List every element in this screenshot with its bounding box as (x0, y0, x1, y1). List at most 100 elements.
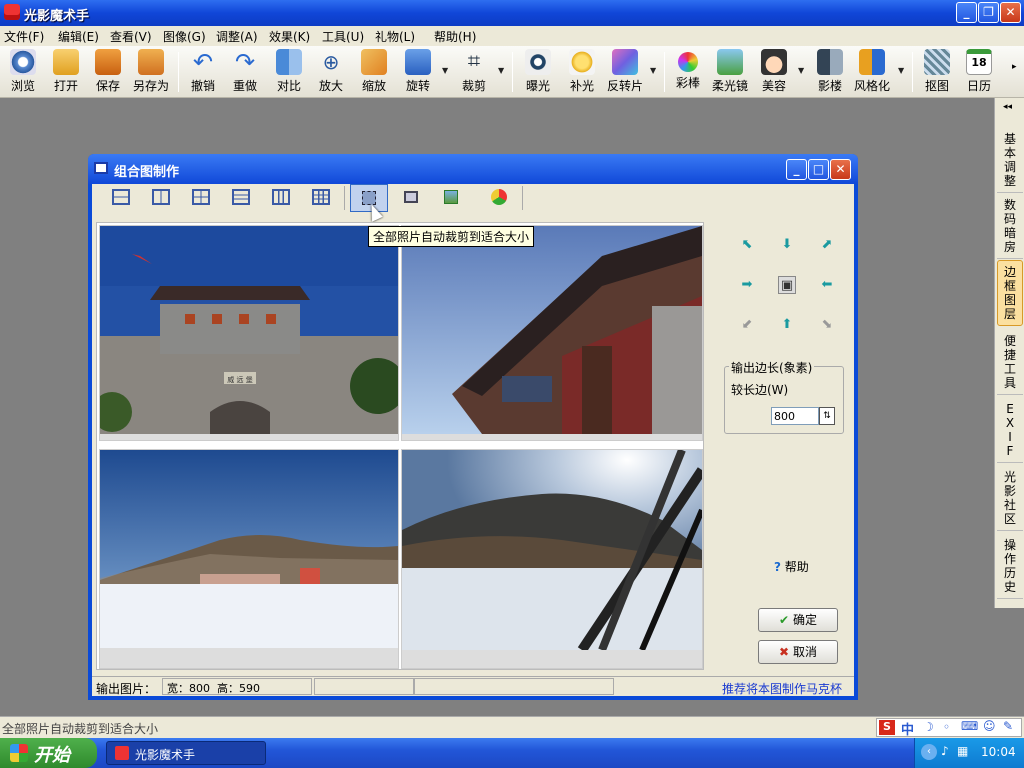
wrench-icon[interactable]: ✎ (1003, 719, 1013, 733)
punct-icon[interactable]: ◦ (943, 720, 950, 734)
longer-edge-input[interactable] (771, 407, 819, 425)
tray-expand-icon[interactable]: ‹ (921, 744, 937, 760)
align-bottom-right-button[interactable]: ⬊ (818, 316, 836, 334)
tab-frame-layer[interactable]: 边框图层 (997, 260, 1023, 326)
tab-basic-adjust[interactable]: 基本调整 (997, 128, 1023, 193)
reversal-film-button[interactable]: 反转片 (604, 48, 646, 96)
compare-button[interactable]: 对比 (272, 48, 306, 96)
film-dropdown-icon[interactable]: ▼ (650, 66, 656, 75)
resize-button[interactable]: 缩放 (356, 48, 392, 96)
zoom-in-button[interactable]: ⊕ 放大 (314, 48, 348, 96)
menu-view[interactable]: 查看(V) (110, 28, 152, 45)
help-link[interactable]: ? 帮助 (774, 558, 809, 575)
network-icon[interactable]: ▦ (957, 744, 968, 758)
align-bottom-button[interactable]: ⬆ (778, 316, 796, 334)
save-button[interactable]: 保存 (90, 48, 126, 96)
taskbar: 开始 光影魔术手 ‹ ♪ ▦ 10:04 (0, 738, 1024, 768)
collapse-icon[interactable]: ◂◂ (1003, 102, 1012, 112)
volume-icon[interactable]: ♪ (941, 744, 949, 758)
start-button[interactable]: 开始 (0, 738, 97, 768)
minimize-button[interactable]: _ (956, 2, 977, 23)
status-cell (314, 678, 414, 695)
close-button[interactable]: ✕ (1000, 2, 1021, 23)
rotate-button[interactable]: 旋转 (400, 48, 436, 96)
ime-logo-icon[interactable]: S (879, 720, 895, 735)
output-size-text: 宽：800 高：590 (162, 678, 312, 695)
status-bar: 全部照片自动裁剪到适合大小 S 中 ☽ ◦ ⌨ ☺ ✎ (0, 716, 1024, 738)
ok-button[interactable]: ✔ 确定 (758, 608, 838, 632)
beauty-button[interactable]: 美容 (758, 48, 790, 96)
tab-digital-darkroom[interactable]: 数码暗房 (997, 194, 1023, 259)
rotate-dropdown-icon[interactable]: ▼ (442, 66, 448, 75)
center-image-button[interactable]: ▣ (778, 276, 796, 294)
ime-mode[interactable]: 中 (901, 719, 914, 738)
fit-icon (404, 191, 418, 203)
crop-dropdown-icon[interactable]: ▼ (498, 66, 504, 75)
menu-effect[interactable]: 效果(K) (269, 28, 310, 45)
stretch-button[interactable] (438, 184, 464, 210)
layout-2-rows-button[interactable] (108, 184, 134, 210)
exposure-button[interactable]: 曝光 (520, 48, 556, 96)
menu-file[interactable]: 文件(F) (4, 28, 44, 45)
cancel-button[interactable]: ✖ 取消 (758, 640, 838, 664)
dialog-minimize-button[interactable]: _ (786, 159, 807, 180)
cutout-button[interactable]: 抠图 (920, 48, 954, 96)
save-as-button[interactable]: 另存为 (130, 48, 172, 96)
undo-button[interactable]: ↶ 撤销 (186, 48, 220, 96)
layout-grid-9-button[interactable] (308, 184, 334, 210)
toolbar-separator (912, 52, 913, 92)
browse-button[interactable]: 浏览 (4, 48, 42, 96)
tab-quick-tools[interactable]: 便捷工具 (997, 330, 1023, 395)
fill-light-button[interactable]: 补光 (564, 48, 600, 96)
stylize-dropdown-icon[interactable]: ▼ (898, 66, 904, 75)
align-bottom-left-button[interactable]: ⬋ (738, 316, 756, 334)
align-left-button[interactable]: ➡ (738, 276, 756, 294)
calendar-button[interactable]: 18 日历 (962, 48, 996, 96)
photo-slot-1[interactable]: 威 远 堡 (92, 225, 406, 441)
dialog-maximize-button[interactable]: □ (808, 159, 829, 180)
toolbar-overflow-icon[interactable]: ▸ (1012, 62, 1017, 72)
stylize-button[interactable]: 风格化 (852, 48, 892, 96)
crop-button[interactable]: ⌗ 裁剪 (456, 48, 492, 96)
mug-link[interactable]: 推荐将本图制作马克杯 (722, 680, 842, 697)
layout-3-rows-button[interactable] (228, 184, 254, 210)
align-right-button[interactable]: ⬅ (818, 276, 836, 294)
soft-focus-button[interactable]: 柔光镜 (710, 48, 750, 96)
layout-2-cols-button[interactable] (148, 184, 174, 210)
bulb-icon (569, 49, 595, 75)
beauty-dropdown-icon[interactable]: ▼ (798, 66, 804, 75)
moon-icon[interactable]: ☽ (923, 720, 934, 734)
menu-edit[interactable]: 编辑(E) (58, 28, 99, 45)
align-top-button[interactable]: ⬇ (778, 236, 796, 254)
fit-button[interactable] (398, 184, 424, 210)
task-app-button[interactable]: 光影魔术手 (106, 741, 266, 765)
redo-button[interactable]: ↷ 重做 (228, 48, 262, 96)
dialog-close-button[interactable]: ✕ (830, 159, 851, 180)
color-button[interactable] (486, 184, 512, 210)
open-button[interactable]: 打开 (48, 48, 84, 96)
user-icon[interactable]: ☺ (983, 719, 996, 733)
tab-exif[interactable]: EXIF (997, 398, 1023, 463)
dialog-title: 组合图制作 (114, 165, 180, 180)
photo-slot-3[interactable] (99, 449, 399, 669)
keyboard-icon[interactable]: ⌨ (961, 719, 978, 733)
layout-grid-4-button[interactable] (188, 184, 214, 210)
align-top-right-button[interactable]: ⬈ (818, 236, 836, 254)
photo-slot-2[interactable] (401, 225, 703, 441)
menu-gift[interactable]: 礼物(L) (375, 28, 415, 45)
layout-3-cols-button[interactable] (268, 184, 294, 210)
restore-button[interactable]: ❐ (978, 2, 999, 23)
studio-button[interactable]: 影楼 (814, 48, 846, 96)
tab-history[interactable]: 操作历史 (997, 534, 1023, 599)
menu-image[interactable]: 图像(G) (163, 28, 206, 45)
menu-adjust[interactable]: 调整(A) (216, 28, 258, 45)
color-wand-button[interactable]: 彩棒 (672, 48, 704, 96)
menu-help[interactable]: 帮助(H) (434, 28, 476, 45)
tab-community[interactable]: 光影社区 (997, 466, 1023, 531)
photo-slot-4[interactable] (401, 448, 707, 669)
align-top-left-button[interactable]: ⬉ (738, 236, 756, 254)
edge-stepper-button[interactable]: ⇅ (819, 407, 835, 425)
windows-logo-icon (10, 744, 28, 762)
menu-tools[interactable]: 工具(U) (322, 28, 364, 45)
toolbar-separator (344, 186, 345, 210)
